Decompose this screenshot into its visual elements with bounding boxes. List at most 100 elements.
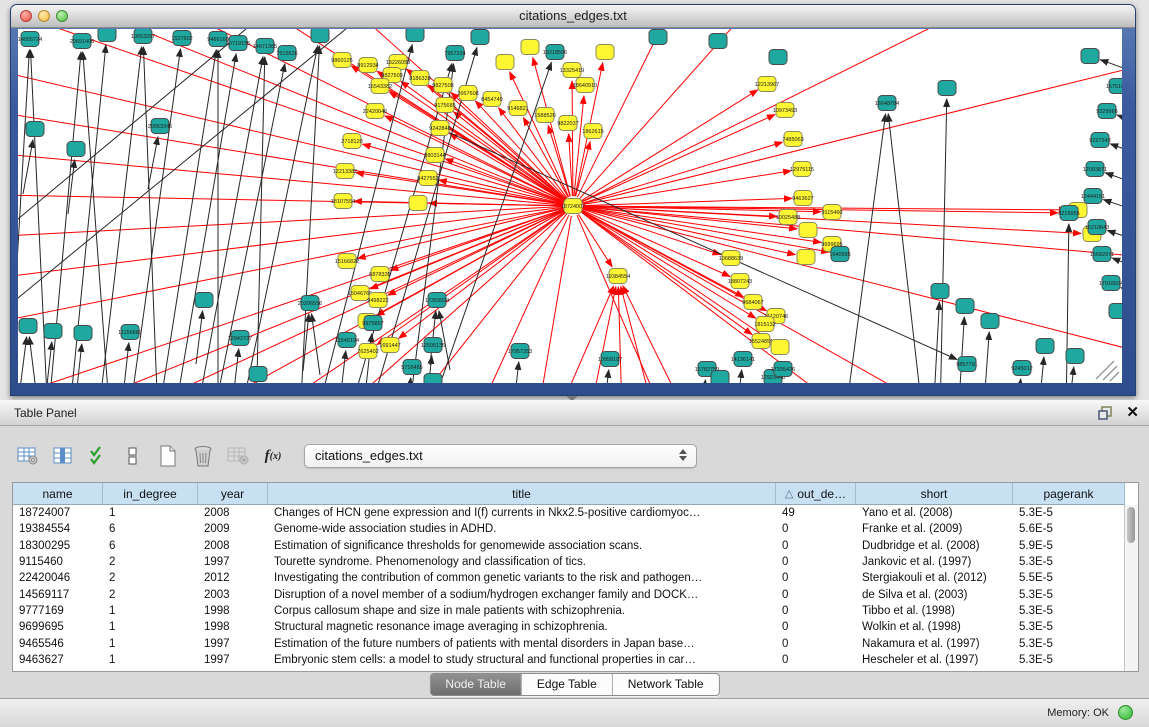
network-graph[interactable]: 1872400719384554986012589129341822605898… (18, 29, 1122, 383)
graph-node-label: 10719155 (226, 41, 250, 47)
resize-grip-icon[interactable] (1096, 361, 1119, 381)
table-settings-icon[interactable] (16, 444, 40, 468)
table-row[interactable]: 946554611997Estimation of the future num… (13, 635, 1125, 651)
table-toolbar: f(x) citations_edges.txt (16, 440, 697, 472)
graph-node[interactable] (521, 40, 539, 55)
graph-node[interactable] (709, 34, 727, 49)
float-panel-icon[interactable] (1097, 405, 1114, 421)
tab-edge-table[interactable]: Edge Table (522, 674, 613, 695)
graph-node[interactable] (74, 326, 92, 341)
column-header[interactable]: pagerank (1013, 483, 1125, 504)
graph-node-label: 15166822 (335, 259, 359, 265)
graph-node[interactable] (1081, 49, 1099, 64)
table-cell: 1 (103, 605, 198, 617)
table-cell: 0 (776, 605, 856, 617)
select-rows-icon[interactable] (86, 444, 110, 468)
close-panel-icon[interactable]: ✕ (1126, 404, 1139, 422)
graph-node-label: 9860125 (331, 58, 352, 64)
graph-node[interactable] (26, 122, 44, 137)
table-row[interactable]: 977716911998Corpus callosum shape and si… (13, 603, 1125, 619)
table-row[interactable]: 946362711997Embryonic stem cells: a mode… (13, 652, 1125, 668)
graph-node[interactable] (471, 30, 489, 45)
graph-edge (572, 81, 573, 196)
row-height-icon[interactable] (121, 444, 145, 468)
graph-edge (20, 337, 27, 383)
table-cell: Franke et al. (2009) (856, 523, 1013, 535)
graph-node[interactable] (1036, 339, 1054, 354)
graph-node-label: 5716485 (401, 365, 422, 371)
graph-node[interactable] (98, 29, 116, 42)
table-cell: 5.3E-5 (1013, 654, 1125, 666)
graph-node[interactable] (195, 293, 213, 308)
graph-node[interactable] (931, 284, 949, 299)
graph-node-label: 20206556 (298, 301, 322, 307)
graph-edge (623, 286, 686, 383)
graph-node[interactable] (1066, 349, 1084, 364)
close-window-button[interactable] (20, 10, 32, 22)
graph-node[interactable] (249, 367, 267, 382)
graph-node[interactable] (797, 250, 815, 265)
table-cell: 19384554 (13, 523, 103, 535)
column-header[interactable]: year (198, 483, 268, 504)
graph-edge (18, 194, 563, 206)
delete-table-icon[interactable] (191, 444, 215, 468)
graph-node[interactable] (1109, 304, 1122, 319)
window-titlebar[interactable]: citations_edges.txt (11, 5, 1135, 28)
show-columns-icon[interactable] (51, 444, 75, 468)
table-row[interactable]: 1830029562008Estimation of significance … (13, 538, 1125, 554)
graph-node-label: 7957224 (444, 51, 465, 57)
graph-edge (700, 380, 705, 383)
tab-network-table[interactable]: Network Table (613, 674, 719, 695)
graph-node[interactable] (19, 319, 37, 334)
column-header[interactable]: name (13, 483, 103, 504)
table-row[interactable]: 2242004622012Investigating the contribut… (13, 570, 1125, 586)
table-row[interactable]: 911546021997Tourette syndrome. Phenomeno… (13, 554, 1125, 570)
column-header[interactable]: in_degree (103, 483, 198, 504)
graph-node-label: 13325419 (560, 68, 584, 74)
graph-node[interactable] (409, 196, 427, 211)
table-cell: 5.3E-5 (1013, 621, 1125, 633)
graph-node-label: 15751074 (1106, 84, 1122, 90)
graph-node[interactable] (649, 30, 667, 45)
graph-node[interactable] (956, 299, 974, 314)
graph-edge (1016, 379, 1021, 383)
graph-node[interactable] (311, 29, 329, 43)
graph-node-label: 1588520 (534, 113, 555, 119)
graph-node[interactable] (711, 371, 729, 384)
graph-node[interactable] (406, 29, 424, 42)
table-row[interactable]: 969969511998Structural magnetic resonanc… (13, 619, 1125, 635)
function-builder-icon[interactable]: f(x) (261, 444, 285, 468)
table-cell: Hescheler et al. (1997) (856, 654, 1013, 666)
graph-node[interactable] (981, 314, 999, 329)
table-cell: 5.3E-5 (1013, 556, 1125, 568)
graph-edge (18, 207, 563, 239)
column-header[interactable]: short (856, 483, 1013, 504)
graph-node[interactable] (771, 340, 789, 355)
scrollbar-thumb[interactable] (1127, 507, 1135, 543)
graph-node-label: 7515526 (276, 51, 297, 57)
graph-node[interactable] (44, 324, 62, 339)
graph-node[interactable] (67, 142, 85, 157)
table-row[interactable]: 1872400712008Changes of HCN gene express… (13, 505, 1125, 521)
graph-node[interactable] (424, 374, 442, 384)
zoom-window-button[interactable] (56, 10, 68, 22)
column-header[interactable]: title (268, 483, 776, 504)
graph-node[interactable] (769, 50, 787, 65)
graph-node[interactable] (596, 45, 614, 60)
table-selector-dropdown[interactable]: citations_edges.txt (304, 444, 697, 468)
graph-node-label: 17359924 (425, 298, 449, 304)
minimize-window-button[interactable] (38, 10, 50, 22)
table-vertical-scrollbar[interactable] (1124, 505, 1138, 671)
new-table-icon[interactable] (156, 444, 180, 468)
tab-node-table[interactable]: Node Table (430, 674, 522, 695)
column-header[interactable]: △out_de… (776, 483, 856, 504)
graph-node[interactable] (938, 81, 956, 96)
graph-node-label: 14136141 (731, 357, 755, 363)
graph-node[interactable] (496, 55, 514, 70)
network-view[interactable]: 1872400719384554986012589129341822605898… (18, 29, 1122, 383)
table-panel-titlebar[interactable]: Table Panel ✕ (0, 400, 1149, 426)
table-row[interactable]: 1456911722003Disruption of a novel membe… (13, 586, 1125, 602)
graph-node[interactable] (799, 223, 817, 238)
table-row[interactable]: 1938455462009Genome-wide association stu… (13, 521, 1125, 537)
graph-node-label: 17016504 (1099, 281, 1122, 287)
